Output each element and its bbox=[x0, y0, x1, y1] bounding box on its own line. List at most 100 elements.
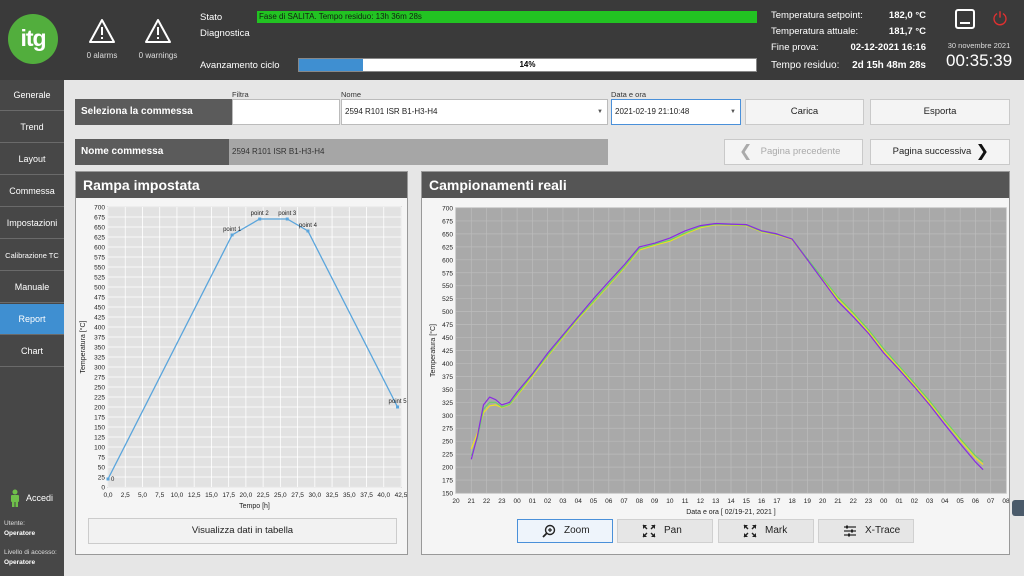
ramp-y-tick: 450 bbox=[94, 305, 105, 312]
chevron-right-icon: ❯ bbox=[975, 143, 989, 160]
ramp-y-tick: 275 bbox=[94, 375, 105, 382]
ramp-point bbox=[396, 405, 400, 409]
ramp-x-tick: 10,0 bbox=[171, 492, 184, 499]
samples-y-tick: 150 bbox=[442, 491, 453, 498]
samples-x-tick: 16 bbox=[758, 498, 766, 505]
ramp-x-tick: 0,0 bbox=[103, 492, 112, 499]
zoom-icon bbox=[542, 524, 556, 538]
zoom-tool-button[interactable]: Zoom bbox=[517, 519, 613, 543]
ramp-point-label: point 5 bbox=[389, 399, 407, 405]
login-label: Accedi bbox=[26, 493, 54, 503]
sidebar-item-generale[interactable]: Generale bbox=[0, 80, 64, 111]
sidebar-item-chart[interactable]: Chart bbox=[0, 336, 64, 367]
sidebar: Generale Trend Layout Commessa Impostazi… bbox=[0, 80, 64, 576]
ramp-point bbox=[306, 229, 310, 233]
minimize-icon[interactable] bbox=[955, 9, 975, 29]
ramp-y-tick: 25 bbox=[98, 475, 106, 482]
info-setpoint: Temperatura setpoint: 182,0 °C bbox=[771, 10, 926, 21]
pan-tool-button[interactable]: Pan bbox=[617, 519, 713, 543]
sidebar-item-commessa[interactable]: Commessa bbox=[0, 176, 64, 207]
samples-x-tick: 23 bbox=[498, 498, 506, 505]
user-value: Operatore bbox=[4, 530, 36, 537]
user-label: Utente: bbox=[4, 520, 25, 527]
alarms-indicator[interactable]: 0 alarms bbox=[72, 18, 132, 60]
samples-y-tick: 575 bbox=[442, 270, 453, 277]
samples-chart[interactable]: 150 175 200 225 250 275 300 325 350 375 400 425 450 4… bbox=[422, 199, 1009, 517]
sliders-icon bbox=[844, 525, 856, 537]
ramp-x-tick: 27,5 bbox=[291, 492, 304, 499]
ramp-x-tick: 7,5 bbox=[155, 492, 164, 499]
ramp-y-tick: 375 bbox=[94, 335, 105, 342]
sidebar-item-calibrazione[interactable]: Calibrazione TC bbox=[0, 240, 64, 271]
side-panel-handle[interactable] bbox=[1012, 500, 1024, 516]
samples-y-tick: 325 bbox=[442, 400, 453, 407]
ramp-point-label: point 4 bbox=[299, 223, 318, 229]
mark-tool-button[interactable]: Mark bbox=[718, 519, 814, 543]
zoom-tool-label: Zoom bbox=[564, 525, 590, 536]
avanzamento-label: Avanzamento ciclo bbox=[200, 60, 280, 71]
power-icon[interactable]: ⏻ bbox=[989, 8, 1011, 30]
ramp-x-tick: 40,0 bbox=[377, 492, 390, 499]
name-select[interactable]: 2594 R101 ISR B1-H3-H4 ▼ bbox=[341, 99, 608, 125]
ramp-x-tick: 37,5 bbox=[360, 492, 373, 499]
samples-panel-title: Campionamenti reali bbox=[422, 172, 1009, 198]
samples-x-tick: 04 bbox=[941, 498, 949, 505]
ramp-y-tick: 350 bbox=[94, 345, 105, 352]
order-name-title: Nome commessa bbox=[75, 139, 230, 165]
ramp-x-tick: 5,0 bbox=[138, 492, 147, 499]
samples-y-tick: 375 bbox=[442, 374, 453, 381]
samples-y-tick: 650 bbox=[442, 231, 453, 238]
ramp-x-tick: 32,5 bbox=[326, 492, 339, 499]
samples-x-tick: 14 bbox=[727, 498, 735, 505]
samples-x-tick: 07 bbox=[987, 498, 995, 505]
samples-y-tick: 175 bbox=[442, 478, 453, 485]
ramp-point-label: point 2 bbox=[251, 211, 270, 217]
chevron-down-icon: ▼ bbox=[597, 109, 603, 115]
ramp-y-tick: 200 bbox=[94, 405, 105, 412]
sidebar-item-impostazioni[interactable]: Impostazioni bbox=[0, 208, 64, 239]
samples-y-tick: 450 bbox=[442, 335, 453, 342]
ramp-x-tick: 42,5 bbox=[395, 492, 407, 499]
ramp-y-tick: 50 bbox=[98, 465, 106, 472]
ramp-y-tick: 75 bbox=[98, 455, 106, 462]
filter-input[interactable] bbox=[232, 99, 340, 125]
samples-x-tick: 08 bbox=[636, 498, 644, 505]
samples-y-tick: 475 bbox=[442, 322, 453, 329]
ramp-y-tick: 700 bbox=[94, 205, 105, 212]
export-button[interactable]: Esporta bbox=[870, 99, 1010, 125]
ramp-y-axis-label: Temperatura [°C] bbox=[79, 320, 87, 373]
next-page-button[interactable]: Pagina successiva ❯ bbox=[870, 139, 1010, 165]
samples-x-tick: 15 bbox=[743, 498, 751, 505]
samples-x-tick: 11 bbox=[682, 498, 689, 505]
samples-y-tick: 625 bbox=[442, 244, 453, 251]
mark-tool-label: Mark bbox=[765, 525, 788, 536]
info-end-test: Fine prova: 02-12-2021 16:16 bbox=[771, 42, 926, 53]
load-button[interactable]: Carica bbox=[745, 99, 864, 125]
samples-y-tick: 275 bbox=[442, 426, 453, 433]
ramp-y-tick: 300 bbox=[94, 365, 105, 372]
xtrace-tool-button[interactable]: X-Trace bbox=[818, 519, 914, 543]
samples-y-axis-label: Temperatura [°C] bbox=[429, 324, 437, 377]
samples-x-tick: 00 bbox=[880, 498, 888, 505]
samples-x-tick: 03 bbox=[559, 498, 567, 505]
ramp-x-tick: 35,0 bbox=[343, 492, 356, 499]
datetime-select[interactable]: 2021-02-19 21:10:48 ▼ bbox=[611, 99, 741, 125]
view-table-button[interactable]: Visualizza dati in tabella bbox=[88, 518, 397, 544]
sidebar-item-layout[interactable]: Layout bbox=[0, 144, 64, 175]
datetime-label: Data e ora bbox=[611, 90, 647, 99]
ramp-y-tick: 625 bbox=[94, 235, 105, 242]
samples-x-tick: 20 bbox=[819, 498, 827, 505]
samples-y-tick: 225 bbox=[442, 452, 453, 459]
sidebar-item-trend[interactable]: Trend bbox=[0, 112, 64, 143]
samples-x-tick: 03 bbox=[926, 498, 934, 505]
prev-page-button[interactable]: ❮ Pagina precedente bbox=[724, 139, 863, 165]
sidebar-item-manuale[interactable]: Manuale bbox=[0, 272, 64, 303]
ramp-chart[interactable]: 0 25 50 75 100 125 150 175 200 225 250 275 300 325 350… bbox=[76, 199, 407, 515]
login-button[interactable]: Accedi bbox=[0, 485, 64, 511]
ramp-y-tick: 550 bbox=[94, 265, 105, 272]
warnings-indicator[interactable]: 0 warnings bbox=[128, 18, 188, 60]
samples-x-axis-label: Data e ora [ 02/19-21, 2021 ] bbox=[686, 509, 776, 516]
stato-label: Stato bbox=[200, 12, 223, 23]
sidebar-item-report[interactable]: Report bbox=[0, 304, 64, 335]
samples-x-tick: 22 bbox=[850, 498, 858, 505]
